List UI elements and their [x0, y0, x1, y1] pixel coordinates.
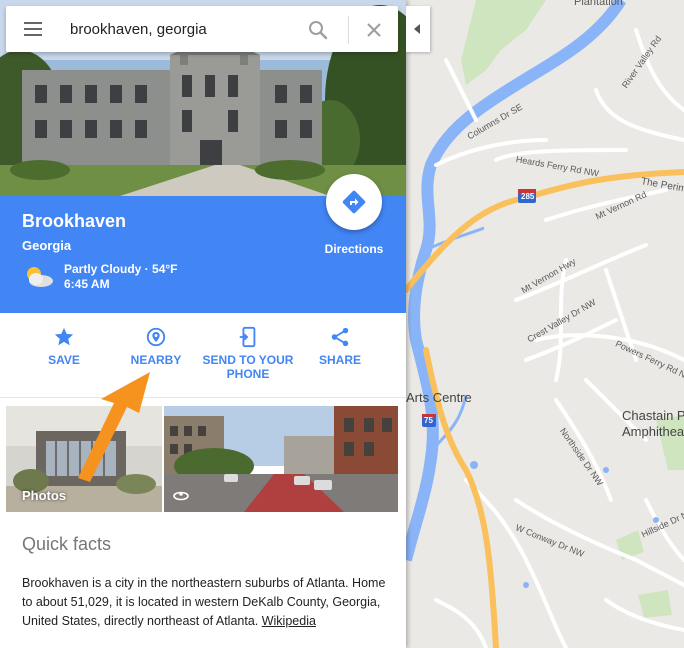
map-label: Arts Centre	[406, 390, 472, 405]
save-button[interactable]: SAVE	[24, 313, 104, 397]
map-label: Chastain P	[622, 408, 684, 423]
nearby-button[interactable]: NEARBY	[116, 313, 196, 397]
place-name: Brookhaven	[22, 211, 127, 231]
nearby-label: NEARBY	[130, 353, 182, 367]
partly-cloudy-icon	[22, 264, 56, 290]
share-icon	[331, 327, 349, 347]
search-icon[interactable]	[306, 18, 330, 42]
highway-shield-75: 75	[424, 416, 433, 425]
send-to-phone-button[interactable]: SEND TO YOUR PHONE	[200, 313, 296, 397]
search-divider	[348, 16, 349, 44]
map-label: Amphitheat	[622, 424, 684, 439]
photos-caption: Photos	[22, 488, 67, 503]
save-label: SAVE	[48, 353, 80, 367]
send-to-phone-icon	[239, 326, 256, 348]
share-label: SHARE	[318, 353, 361, 367]
chevron-left-icon	[414, 24, 420, 34]
hamburger-menu-icon[interactable]	[22, 20, 44, 38]
action-bar: SAVE NEARBY SEND TO YOUR PHONE SHARE	[0, 313, 406, 398]
weather-condition: Partly Cloudy · 54°F	[64, 262, 178, 276]
map-view[interactable]: Plantation River Valley Rd Columns Dr SE…	[406, 0, 684, 648]
directions-label[interactable]: Directions	[316, 242, 392, 256]
photo-strip: Photos	[6, 406, 398, 512]
weather-time: 6:45 AM	[64, 277, 110, 291]
search-input[interactable]	[70, 17, 290, 41]
street-view-thumbnail[interactable]	[164, 406, 398, 512]
place-panel: Brookhaven Georgia Partly Cloudy · 54°F …	[0, 0, 406, 648]
collapse-panel-button[interactable]	[406, 6, 430, 52]
search-box	[6, 6, 398, 52]
street-view-icon	[172, 490, 190, 502]
close-icon[interactable]	[362, 18, 386, 42]
map-label: Plantation	[574, 0, 623, 8]
quick-facts-body: Brookhaven is a city in the northeastern…	[22, 576, 386, 628]
quick-facts-text: Brookhaven is a city in the northeastern…	[22, 574, 392, 631]
directions-button[interactable]	[326, 174, 382, 230]
highway-shield-285: 285	[521, 192, 535, 201]
quick-facts-title: Quick facts	[22, 534, 112, 554]
place-region: Georgia	[22, 238, 72, 253]
wikipedia-link[interactable]: Wikipedia	[262, 614, 316, 628]
send-to-phone-label: SEND TO YOUR PHONE	[202, 353, 294, 381]
weather-info: Partly Cloudy · 54°F 6:45 AM	[64, 262, 178, 292]
star-icon	[54, 327, 74, 346]
directions-icon	[342, 190, 366, 214]
photos-thumbnail[interactable]: Photos	[6, 406, 162, 512]
location-pin-icon	[146, 327, 166, 347]
share-button[interactable]: SHARE	[300, 313, 380, 397]
